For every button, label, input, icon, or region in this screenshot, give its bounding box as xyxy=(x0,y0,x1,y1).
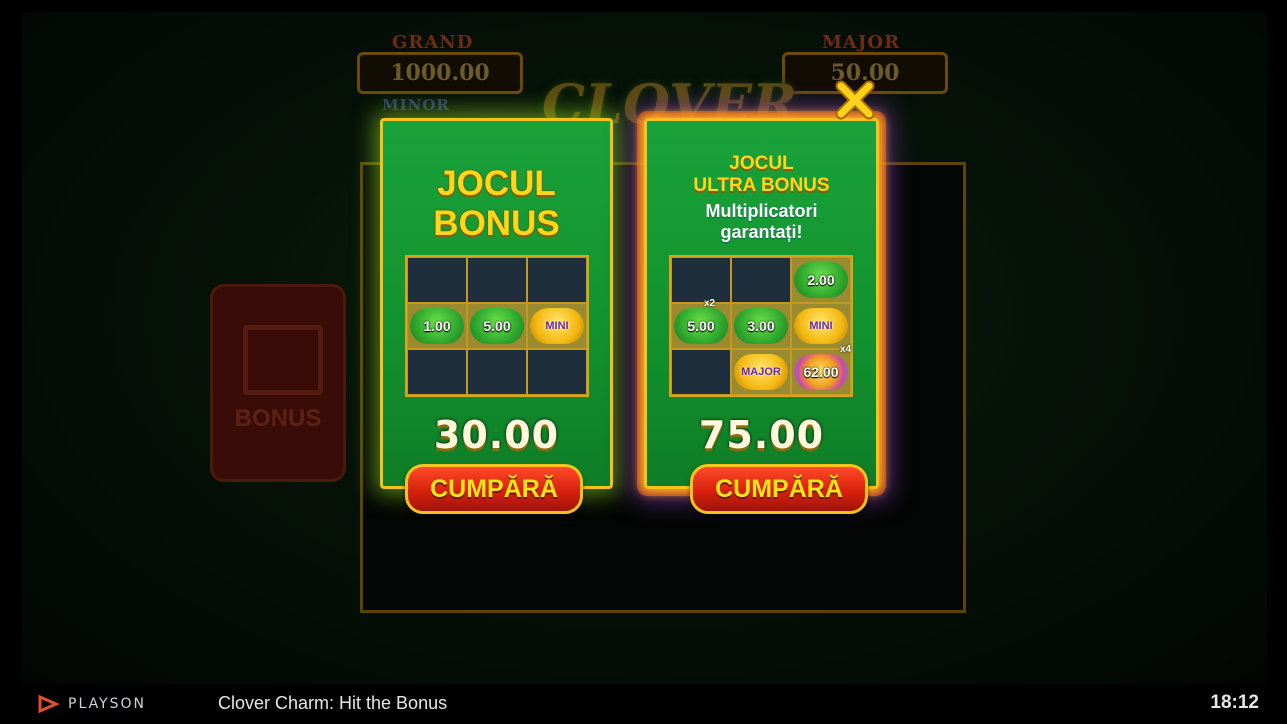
gold-clover-symbol: MINI xyxy=(794,308,848,344)
symbol-preview-grid: 2.00 x2 5.00 3.00 MINI MAJOR x4 62.00 xyxy=(669,255,853,397)
grid-cell xyxy=(527,257,587,303)
grid-cell: 5.00 xyxy=(467,303,527,349)
clover-symbol: 3.00 xyxy=(734,308,788,344)
grid-cell: MAJOR xyxy=(731,349,791,395)
grid-cell: x2 5.00 xyxy=(671,298,731,349)
bonus-game-card: JOCUL BONUS 1.00 5.00 MINI 30.00 xyxy=(380,118,613,489)
clover-symbol: 2.00 xyxy=(794,262,848,298)
bg-minor-label: MINOR xyxy=(382,96,450,114)
buy-ultra-bonus-button[interactable]: CUMPĂRĂ xyxy=(690,464,868,514)
clover-symbol: 5.00 xyxy=(470,308,524,344)
video-title: Clover Charm: Hit the Bonus xyxy=(218,693,448,713)
ultra-bonus-price: 75.00 xyxy=(698,413,825,457)
bg-buy-bonus-label: BONUS xyxy=(234,405,322,432)
playson-logo: PLAYSON xyxy=(38,695,146,713)
grid-cell xyxy=(527,349,587,395)
grid-cell xyxy=(407,257,467,303)
grid-cell: x4 62.00 xyxy=(791,344,851,395)
bg-grand-label: GRAND xyxy=(392,32,474,53)
grid-cell xyxy=(731,257,791,303)
play-logo-icon xyxy=(38,695,60,713)
grid-cell xyxy=(407,349,467,395)
card-title-line-2: BONUS xyxy=(433,204,560,243)
buy-bonus-button[interactable]: CUMPĂRĂ xyxy=(405,464,583,514)
card-title-line-1: JOCUL xyxy=(437,164,556,203)
bg-major-label: MAJOR xyxy=(822,32,901,53)
grid-cell: 2.00 xyxy=(791,257,851,303)
grid-cell: 1.00 xyxy=(407,303,467,349)
grid-cell xyxy=(671,349,731,395)
symbol-preview-grid: 1.00 5.00 MINI xyxy=(405,255,589,397)
ultra-bonus-game-card: JOCUL ULTRA BONUS Multiplicatori garanta… xyxy=(644,118,879,489)
card-title-line-2: ULTRA BONUS xyxy=(693,175,830,196)
card-title-line-1: JOCUL xyxy=(729,153,794,174)
gold-clover-symbol: MAJOR xyxy=(734,354,788,390)
card-subtitle-line-2: garantați! xyxy=(720,222,803,242)
rainbow-clover-symbol: 62.00 xyxy=(794,354,848,390)
multiplier-badge: x4 xyxy=(840,344,852,355)
grid-cell: MINI xyxy=(527,303,587,349)
close-x-icon[interactable] xyxy=(835,80,875,120)
clock-time: 18:12 xyxy=(1210,692,1259,713)
bg-grand-value: 1000.00 xyxy=(357,52,523,94)
grid-cell xyxy=(467,257,527,303)
bg-buy-bonus-button: BONUS xyxy=(210,284,346,482)
card-subtitle-line-1: Multiplicatori xyxy=(705,201,818,221)
cart-icon xyxy=(243,325,323,395)
grid-cell: 3.00 xyxy=(731,303,791,349)
grid-cell: MINI xyxy=(791,303,851,349)
bonus-price: 30.00 xyxy=(433,413,560,457)
grid-cell xyxy=(467,349,527,395)
clover-symbol: 1.00 xyxy=(410,308,464,344)
brand-name: PLAYSON xyxy=(68,696,146,712)
grid-cell xyxy=(671,257,731,303)
clover-symbol: 5.00 xyxy=(674,308,728,344)
gold-clover-symbol: MINI xyxy=(530,308,584,344)
video-footer: PLAYSON Clover Charm: Hit the Bonus 18:1… xyxy=(0,684,1287,724)
